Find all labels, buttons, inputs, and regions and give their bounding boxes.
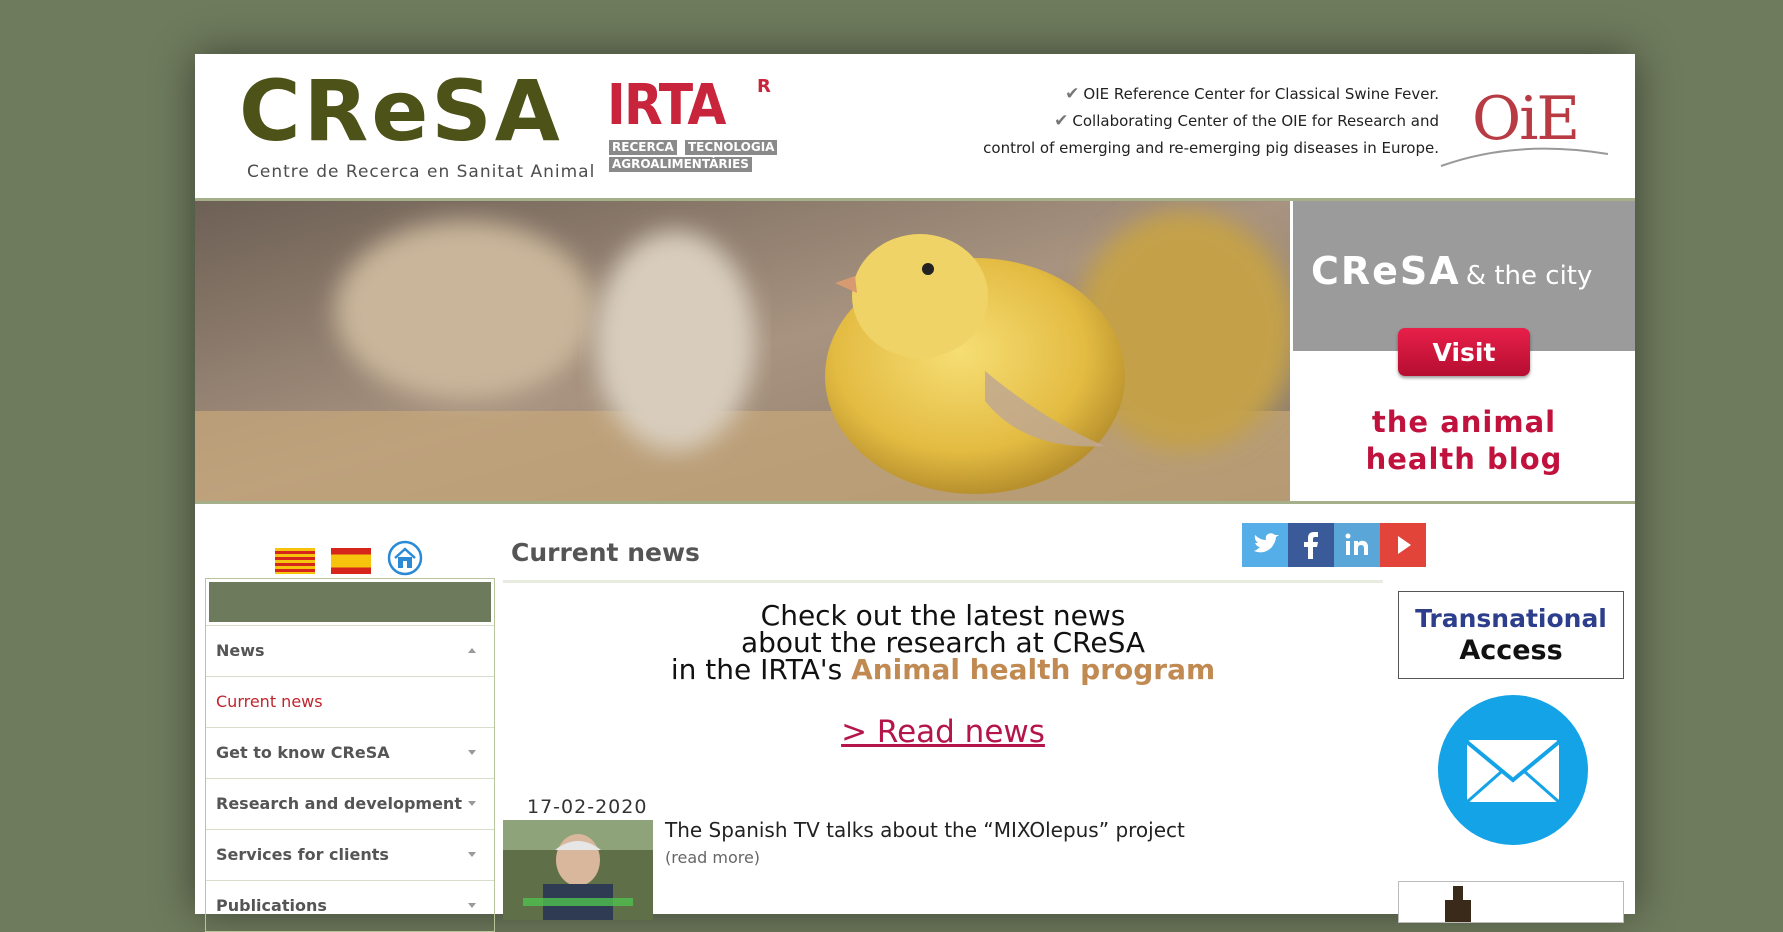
catalan-flag[interactable] xyxy=(275,548,315,574)
facebook-icon[interactable] xyxy=(1288,523,1334,567)
chevron-down-icon xyxy=(468,801,476,806)
sidebar-item-current-news[interactable]: Current news xyxy=(206,676,494,727)
transnational-line: Transnational xyxy=(1415,604,1607,633)
news-thumbnail-image xyxy=(503,820,653,920)
chevron-down-icon xyxy=(468,903,476,908)
page-title: Current news xyxy=(511,538,700,567)
sidebar-item-get-to-know[interactable]: Get to know CReSA xyxy=(206,727,494,778)
transnational-access-banner[interactable]: Transnational Access xyxy=(1398,591,1624,679)
access-line: Access xyxy=(1459,635,1563,666)
read-more-link[interactable]: (read more) xyxy=(665,848,760,867)
chevron-down-icon xyxy=(468,852,476,857)
partner-banner[interactable] xyxy=(1398,881,1624,923)
twitter-icon[interactable] xyxy=(1242,523,1288,567)
mail-icon[interactable] xyxy=(1437,694,1589,846)
youtube-icon[interactable] xyxy=(1380,523,1426,567)
news-title-link[interactable]: The Spanish TV talks about the “MIXOlepu… xyxy=(665,818,1185,842)
sidebar-item-label: Services for clients xyxy=(216,845,389,864)
sidebar-item-label: Research and development xyxy=(216,794,462,813)
spanish-flag[interactable] xyxy=(331,548,371,574)
sidebar-menu: News Current news Get to know CReSA Rese… xyxy=(205,578,495,932)
sidebar-item-services[interactable]: Services for clients xyxy=(206,829,494,880)
linkedin-icon[interactable] xyxy=(1334,523,1380,567)
sidebar-item-label: Publications xyxy=(216,896,327,915)
chevron-down-icon xyxy=(468,750,476,755)
home-icon[interactable] xyxy=(387,540,423,576)
sidebar-item-research[interactable]: Research and development xyxy=(206,778,494,829)
sidebar-item-label: News xyxy=(216,641,265,660)
sidebar-item-news[interactable]: News xyxy=(206,625,494,676)
chevron-up-icon xyxy=(468,648,476,653)
content-area: News Current news Get to know CReSA Rese… xyxy=(195,54,1635,932)
news-date: 17-02-2020 xyxy=(527,796,648,818)
news-thumbnail[interactable] xyxy=(503,820,653,920)
intro-text: Check out the latest news about the rese… xyxy=(670,599,1216,686)
read-news-link[interactable]: > Read news xyxy=(503,714,1383,750)
sidebar-item-label: Get to know CReSA xyxy=(216,743,390,762)
program-highlight: Animal health program xyxy=(851,653,1216,686)
sidebar-menu-header xyxy=(209,582,491,622)
sidebar-item-publications[interactable]: Publications xyxy=(206,880,494,931)
divider xyxy=(503,580,1383,583)
sidebar-item-label: Current news xyxy=(216,692,323,711)
